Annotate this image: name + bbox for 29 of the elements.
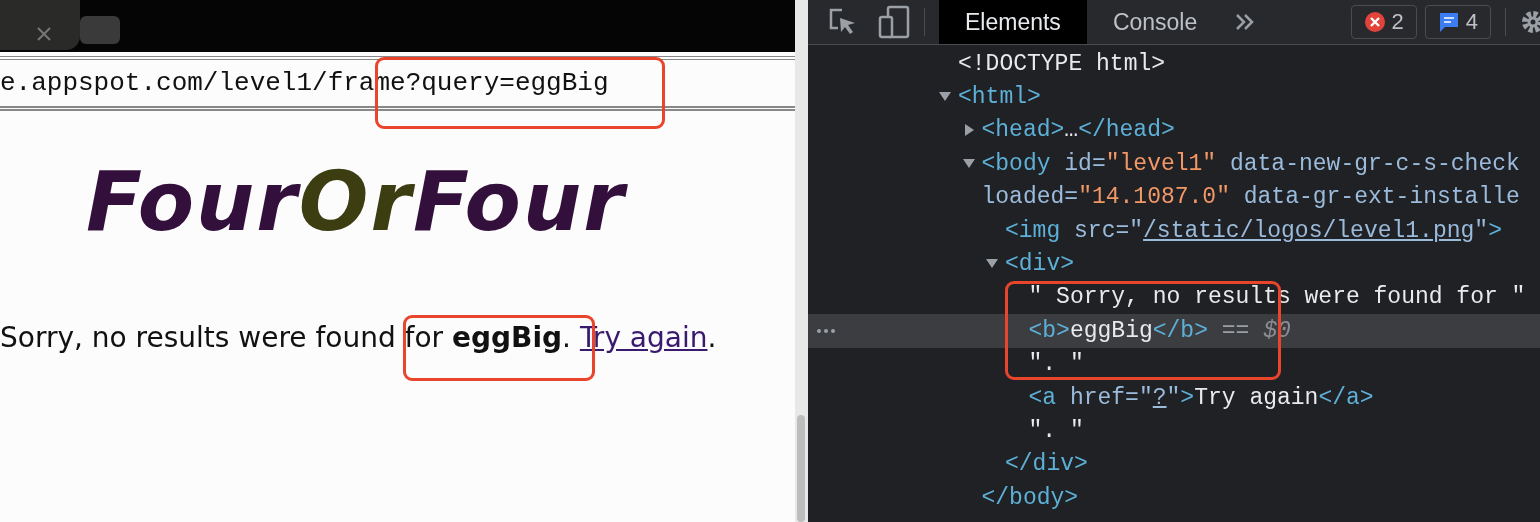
code-line: <head>…</head>	[981, 117, 1175, 144]
code-line: <a href="?">Try again</a>	[1028, 384, 1374, 411]
device-icon[interactable]	[878, 5, 910, 39]
devtools-tab[interactable]: Elements	[939, 0, 1087, 44]
scrollbar-thumb[interactable]	[797, 415, 805, 522]
error-count-badge[interactable]: 2	[1350, 5, 1417, 39]
code-line: </body>	[981, 484, 1079, 511]
code-line: <html>	[958, 84, 1041, 111]
message-count: 4	[1465, 9, 1478, 35]
settings-icon[interactable]	[1520, 9, 1540, 35]
close-icon[interactable]	[36, 26, 52, 42]
code-line: <body id="level1" data-new-gr-c-s-check	[981, 150, 1520, 177]
error-count: 2	[1391, 9, 1404, 35]
source-link[interactable]: ?	[1152, 384, 1167, 411]
devtools-tab[interactable]: Console	[1086, 0, 1224, 44]
error-icon	[1363, 11, 1386, 33]
more-tabs-icon[interactable]	[1235, 13, 1256, 31]
message-count-badge[interactable]: 4	[1424, 5, 1491, 39]
code-line: <div>	[1005, 251, 1074, 278]
code-line: <img src="/static/logos/level1.png">	[1005, 217, 1502, 244]
more-options-icon[interactable]	[816, 328, 836, 335]
message-icon	[1437, 11, 1460, 33]
code-line: loaded="14.1087.0" data-gr-ext-installe	[981, 184, 1520, 211]
code-line: <!DOCTYPE html>	[958, 50, 1166, 77]
code-line: ". "	[1028, 418, 1084, 444]
code-line: ". "	[1028, 351, 1084, 378]
source-link[interactable]: /static/logos/level1.png	[1143, 217, 1475, 244]
code-line: </div>	[1005, 451, 1088, 478]
logo: FourOrFour	[86, 157, 626, 247]
